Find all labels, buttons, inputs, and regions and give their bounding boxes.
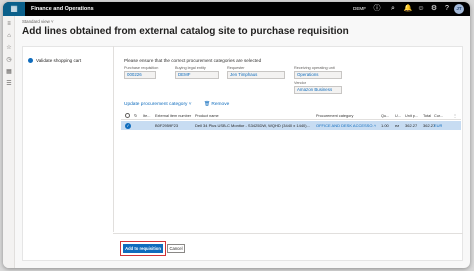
gear-icon[interactable]: ⚙ bbox=[429, 4, 439, 14]
page-title: Add lines obtained from external catalog… bbox=[22, 26, 349, 37]
buying-legal-entity-field[interactable]: DEMF bbox=[175, 71, 219, 79]
top-navigation-bar: ▦ Finance and Operations DEMF ⓘ ⌕ 🔔 ☺ ⚙ … bbox=[3, 2, 470, 16]
cell-external-item-number: B0F2959F23 bbox=[155, 122, 179, 128]
purchase-requisition-field[interactable]: 000226 bbox=[124, 71, 156, 79]
wizard-divider bbox=[113, 46, 114, 232]
company-picker[interactable]: DEMF bbox=[353, 6, 366, 12]
refresh-icon[interactable]: ↻ bbox=[134, 113, 137, 119]
avatar[interactable]: JT bbox=[454, 4, 464, 14]
column-header-unit[interactable]: U... bbox=[395, 113, 401, 119]
column-header-external-item-number[interactable]: External item number bbox=[155, 113, 191, 119]
footer-divider bbox=[113, 233, 463, 234]
step-label: Validate shopping cart bbox=[36, 58, 82, 63]
select-all-checkbox[interactable] bbox=[125, 113, 130, 118]
left-navigation-rail: ≡ ⌂ ☆ ◷ ▦ ☰ bbox=[3, 16, 15, 268]
column-header-procurement-category[interactable]: Procurement category bbox=[316, 113, 353, 119]
remove-button[interactable]: 🗑 Remove bbox=[204, 101, 229, 108]
workspaces-icon[interactable]: ▦ bbox=[5, 68, 13, 76]
notice-text: Please ensure that the correct procureme… bbox=[124, 58, 262, 63]
app-launcher-icon[interactable]: ▦ bbox=[3, 2, 25, 16]
table-row[interactable]: ✓ B0F2959F23 Dell 34 Plus USB-C Monitor … bbox=[121, 121, 461, 130]
recent-icon[interactable]: ◷ bbox=[5, 56, 13, 64]
requester-field[interactable]: Jen Timphaus bbox=[227, 71, 285, 79]
column-header-unit-price[interactable]: Unit p... bbox=[405, 113, 418, 119]
category-dropdown-icon[interactable]: ˅ bbox=[374, 123, 376, 129]
grid-header: ↻ Ite... External item number Product na… bbox=[121, 112, 461, 120]
search-icon[interactable]: ⌕ bbox=[388, 4, 398, 14]
help-circle-icon[interactable]: ⓘ bbox=[372, 4, 382, 14]
update-procurement-category-button[interactable]: Update procurement category ˅ bbox=[124, 101, 192, 108]
cell-unit: ea bbox=[395, 122, 400, 128]
wizard-step-validate[interactable]: Validate shopping cart bbox=[28, 57, 81, 64]
row-selected-check-icon[interactable]: ✓ bbox=[125, 122, 131, 129]
cell-unit-price: 362.27 bbox=[405, 122, 418, 128]
smiley-icon[interactable]: ☺ bbox=[416, 4, 426, 14]
cell-currency: EUR bbox=[434, 122, 443, 128]
receiving-operating-unit-field[interactable]: Operations bbox=[294, 71, 342, 79]
step-active-icon bbox=[28, 57, 33, 63]
add-to-requisition-button[interactable]: Add to requisition bbox=[123, 244, 163, 253]
app-title[interactable]: Finance and Operations bbox=[31, 5, 94, 13]
app-window: ▦ Finance and Operations DEMF ⓘ ⌕ 🔔 ☺ ⚙ … bbox=[3, 2, 470, 268]
cell-quantity: 1.00 bbox=[381, 122, 389, 128]
cancel-button[interactable]: Cancel bbox=[167, 244, 185, 253]
column-options-icon[interactable]: ⋮ bbox=[453, 113, 457, 119]
vendor-field[interactable]: Amazon Business bbox=[294, 86, 342, 94]
cell-procurement-category[interactable]: OFFICE AND DESK ACCESSO... bbox=[316, 123, 374, 129]
column-header-product-name[interactable]: Product name bbox=[195, 113, 219, 119]
modules-icon[interactable]: ☰ bbox=[5, 80, 13, 88]
hamburger-menu-icon[interactable]: ≡ bbox=[5, 20, 13, 28]
favorites-icon[interactable]: ☆ bbox=[5, 44, 13, 52]
home-icon[interactable]: ⌂ bbox=[5, 32, 13, 40]
bell-icon[interactable]: 🔔 bbox=[403, 4, 413, 14]
column-header-currency[interactable]: Cur... bbox=[434, 113, 443, 119]
column-header-item[interactable]: Ite... bbox=[143, 113, 150, 119]
column-header-total[interactable]: Total bbox=[423, 113, 431, 119]
column-header-quantity[interactable]: Qu... bbox=[381, 113, 389, 119]
cell-product-name: Dell 34 Plus USB-C Monitor - S3425DW, WQ… bbox=[195, 122, 310, 128]
question-icon[interactable]: ? bbox=[442, 4, 452, 14]
